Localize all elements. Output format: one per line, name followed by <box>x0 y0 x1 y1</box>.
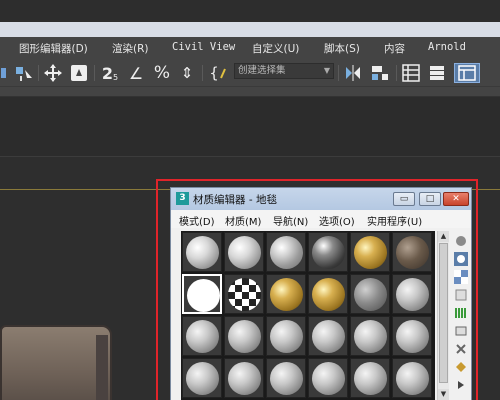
menu-graph-editors[interactable]: 图形编辑器(D) <box>19 41 88 56</box>
highlight-annotation-box <box>156 179 478 400</box>
app-title-area <box>0 22 500 37</box>
menu-arnold[interactable]: Arnold <box>428 41 466 53</box>
viewport-frame-area <box>0 97 500 157</box>
main-menu-bar: 图形编辑器(D) 渲染(R) Civil View 自定义(U) 脚本(S) 内… <box>0 37 500 59</box>
align-icon[interactable] <box>368 63 392 83</box>
named-selection-dropdown[interactable]: 创建选择集 ▼ <box>234 63 334 79</box>
edit-named-selection-icon[interactable]: { <box>207 63 229 83</box>
select-object-icon[interactable] <box>68 63 90 83</box>
window-top-strip <box>0 0 500 22</box>
chevron-down-icon: ▼ <box>323 66 330 75</box>
secondary-toolbar-strip <box>0 87 500 97</box>
move-icon[interactable] <box>42 63 64 83</box>
menu-scripting[interactable]: 脚本(S) <box>324 41 360 56</box>
select-link-icon[interactable] <box>12 63 36 83</box>
toolbar-edge-icon[interactable] <box>0 63 8 83</box>
menu-rendering[interactable]: 渲染(R) <box>112 41 149 56</box>
sofa-arm <box>96 335 108 400</box>
menu-civil-view[interactable]: Civil View <box>172 41 235 53</box>
scene-explorer-icon[interactable] <box>400 63 422 83</box>
spinner-snap-icon[interactable]: ⇕ <box>176 63 198 83</box>
menu-content[interactable]: 内容 <box>384 41 405 56</box>
angle-snap-icon[interactable]: ∠ <box>124 63 148 83</box>
menu-customize[interactable]: 自定义(U) <box>252 41 299 56</box>
percent-snap-icon[interactable]: % <box>150 63 174 83</box>
snap-2.5d-icon[interactable]: 25 <box>98 63 122 83</box>
toggle-ribbon-icon[interactable] <box>454 63 480 83</box>
mirror-icon[interactable] <box>342 63 364 83</box>
layer-explorer-icon[interactable] <box>426 63 448 83</box>
